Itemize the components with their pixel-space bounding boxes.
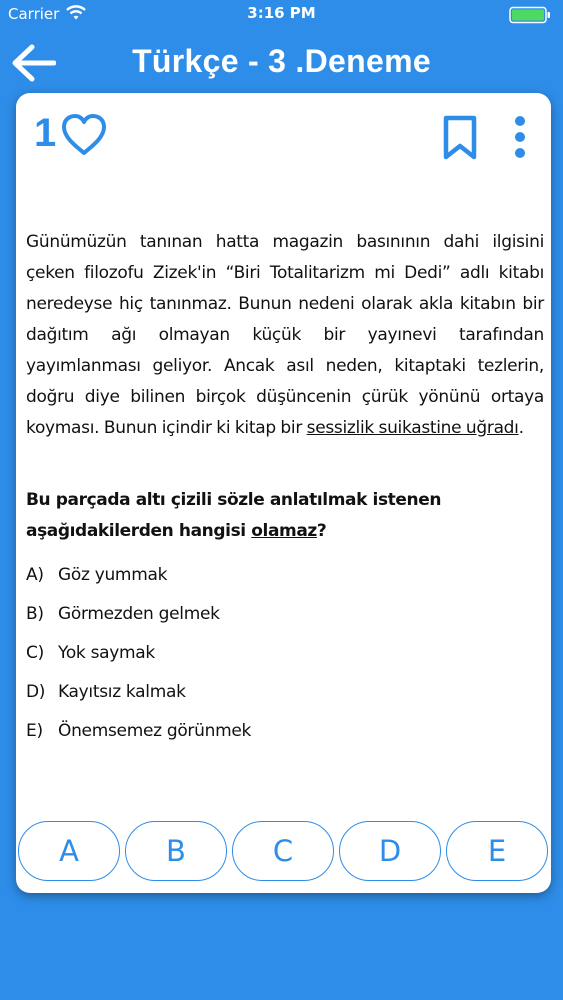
option-letter: D) — [26, 682, 46, 702]
option-text: Önemsemez görünmek — [58, 721, 252, 741]
passage-part2: . — [518, 418, 524, 438]
options-list: A) Göz yummak B) Görmezden gelmek C) Yok sa… — [26, 565, 526, 760]
question-card: 1 Günümüzün tanınan hatta magazin basını… — [16, 93, 551, 893]
question-text: Bu parçada altı çizili sözle anlatılmak … — [26, 485, 544, 547]
option-letter: C) — [26, 643, 44, 663]
answer-button-d[interactable]: D — [339, 821, 441, 881]
option-b: B) Görmezden gelmek — [26, 604, 526, 643]
question-part1: Bu parçada altı çizili sözle anlatılmak … — [26, 490, 442, 541]
option-letter: B) — [26, 604, 44, 624]
option-text: Kayıtsız kalmak — [58, 682, 186, 702]
option-letter: A) — [26, 565, 44, 585]
option-d: D) Kayıtsız kalmak — [26, 682, 526, 721]
option-e: E) Önemsemez görünmek — [26, 721, 526, 760]
like-button[interactable] — [60, 113, 108, 162]
option-a: A) Göz yummak — [26, 565, 526, 604]
option-text: Göz yummak — [58, 565, 168, 585]
passage-text: Günümüzün tanınan hatta magazin basınını… — [26, 227, 544, 444]
answer-button-e[interactable]: E — [446, 821, 548, 881]
nav-bar: Türkçe - 3 .Deneme — [0, 30, 563, 92]
heart-icon — [62, 114, 106, 155]
passage-underlined-phrase: sessizlik suikastine uğradı — [306, 418, 519, 438]
answer-button-a[interactable]: A — [18, 821, 120, 881]
option-c: C) Yok saymak — [26, 643, 526, 682]
answer-buttons: A B C D E — [18, 821, 550, 887]
battery-icon — [509, 6, 553, 29]
option-text: Yok saymak — [58, 643, 155, 663]
question-part2: ? — [316, 521, 327, 541]
like-count: 1 — [34, 111, 57, 155]
status-time: 3:16 PM — [247, 4, 316, 22]
answer-button-c[interactable]: C — [232, 821, 334, 881]
passage-part1: Günümüzün tanınan hatta magazin basınını… — [26, 232, 544, 438]
bookmark-button[interactable] — [440, 115, 480, 166]
option-letter: E) — [26, 721, 43, 741]
page-title: Türkçe - 3 .Deneme — [132, 43, 431, 79]
question-underlined-word: olamaz — [251, 521, 317, 541]
more-vertical-icon — [515, 116, 525, 158]
status-bar: Carrier 3:16 PM — [0, 0, 563, 30]
more-button[interactable] — [512, 115, 528, 166]
option-text: Görmezden gelmek — [58, 604, 220, 624]
bookmark-icon — [443, 115, 477, 160]
answer-button-b[interactable]: B — [125, 821, 227, 881]
